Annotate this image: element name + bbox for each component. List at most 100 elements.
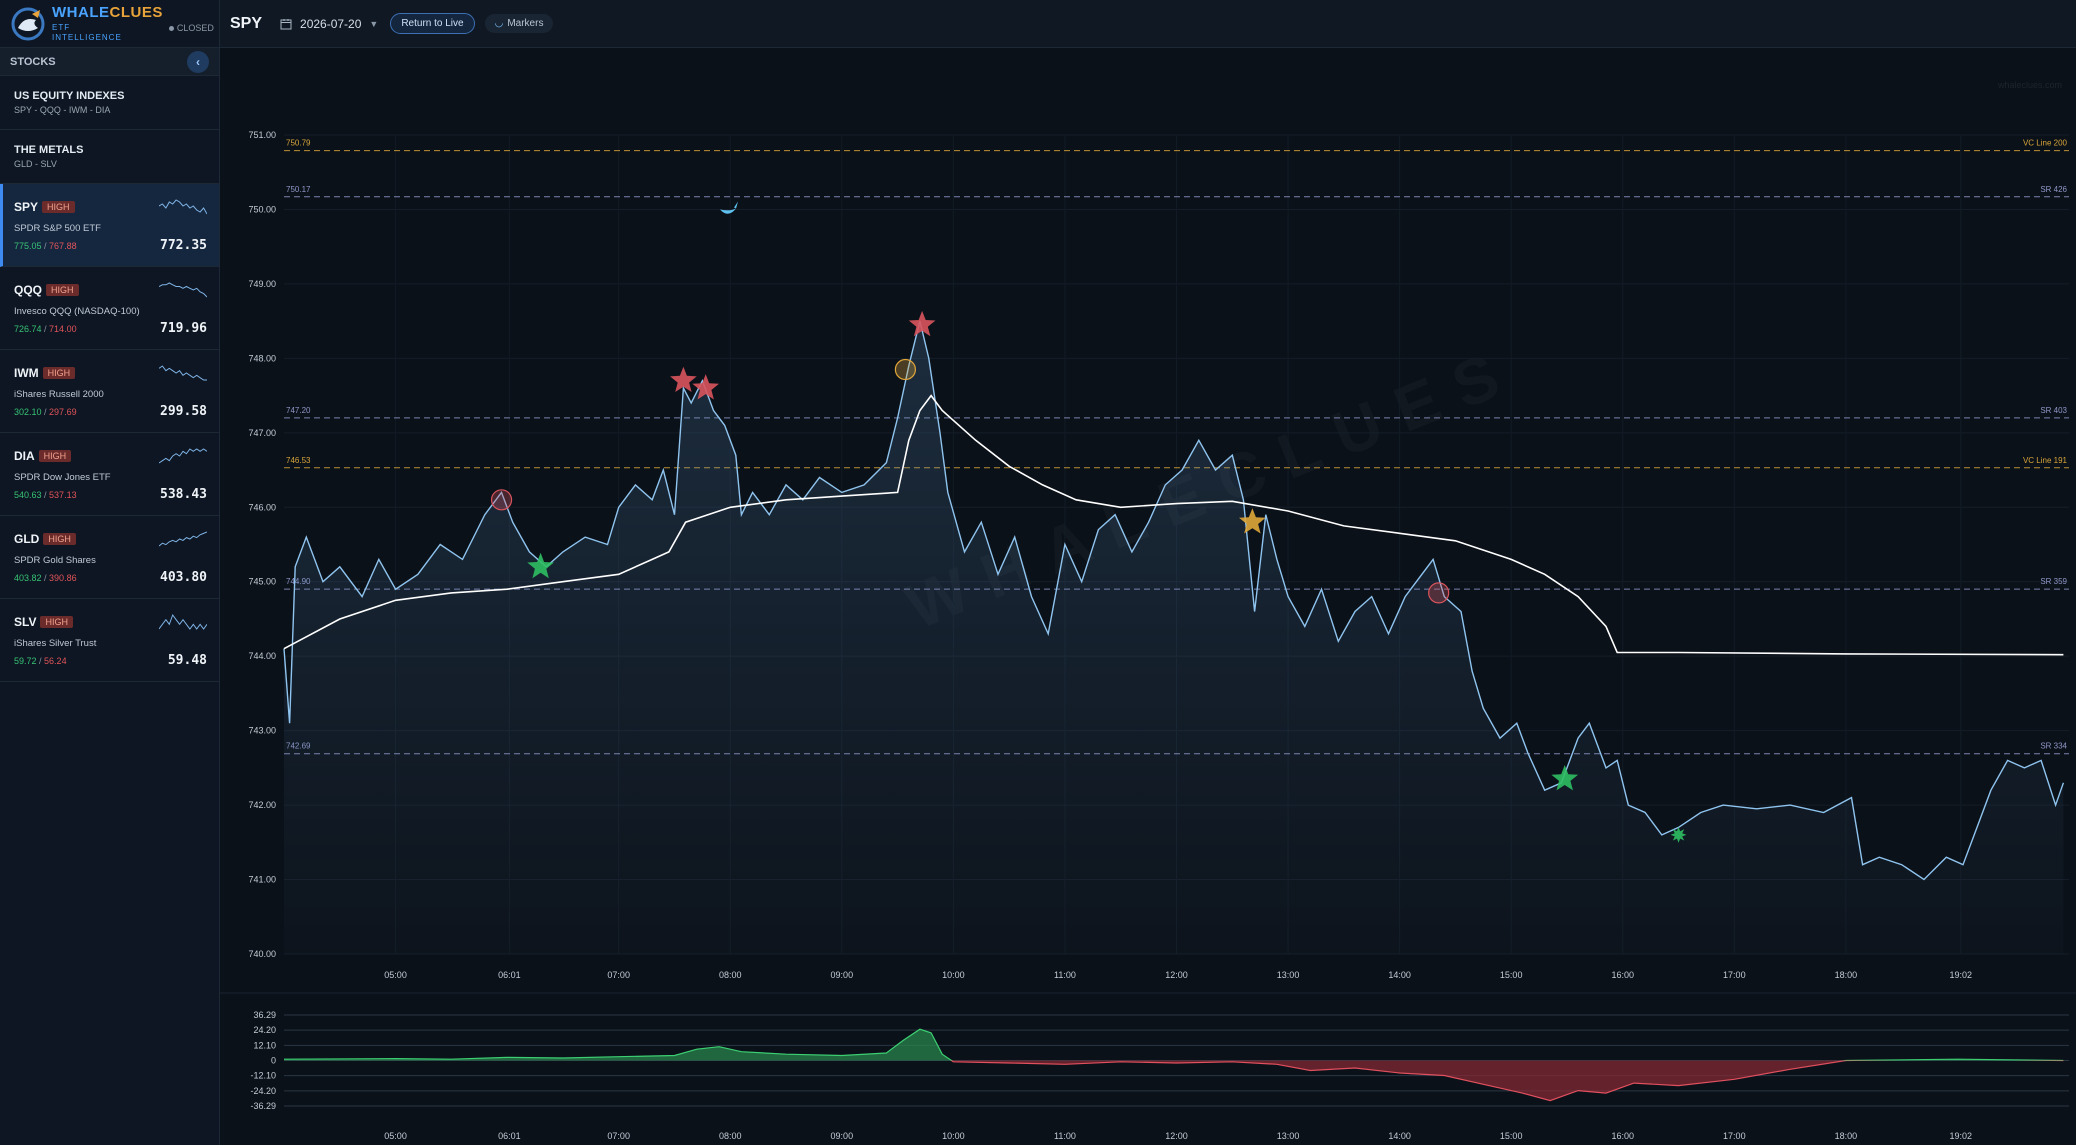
sub-y-tick-label: 24.20 bbox=[253, 1025, 276, 1035]
level-value-label: 747.20 bbox=[286, 406, 311, 415]
sub-x-tick-label: 13:00 bbox=[1277, 1131, 1300, 1141]
sub-x-tick-label: 08:00 bbox=[719, 1131, 742, 1141]
x-tick-label: 15:00 bbox=[1500, 970, 1523, 980]
x-tick-label: 16:00 bbox=[1611, 970, 1634, 980]
ticker-sparkline bbox=[159, 531, 207, 547]
ticker-symbol: GLD bbox=[14, 532, 40, 546]
x-tick-label: 08:00 bbox=[719, 970, 742, 980]
ticker-badge: HIGH bbox=[46, 284, 79, 296]
chevron-left-icon[interactable]: ‹ bbox=[187, 50, 209, 73]
sub-x-tick-label: 07:00 bbox=[607, 1131, 630, 1141]
ticker-name: Invesco QQQ (NASDAQ-100) bbox=[14, 306, 140, 317]
calendar-icon bbox=[280, 18, 292, 29]
sub-x-tick-label: 06:01 bbox=[498, 1131, 521, 1141]
markers-button[interactable]: ◡ Markers bbox=[484, 14, 554, 33]
x-tick-label: 11:00 bbox=[1054, 970, 1076, 980]
date-selector[interactable]: 2026-07-20 ▼ bbox=[280, 17, 378, 31]
level-value-label: 750.17 bbox=[286, 185, 311, 194]
sub-x-tick-label: 05:00 bbox=[384, 1131, 407, 1141]
ticker-qqq[interactable]: QQQ HIGH Invesco QQQ (NASDAQ-100) 726.74 / … bbox=[0, 267, 219, 350]
ticker-symbol: QQQ bbox=[14, 283, 43, 297]
ticker-low: 390.86 bbox=[49, 573, 77, 583]
return-to-live-button[interactable]: Return to Live bbox=[390, 13, 475, 34]
gold-circle-icon bbox=[894, 358, 917, 381]
ticker-price: 299.58 bbox=[160, 404, 207, 419]
ticker-sparkline bbox=[159, 365, 207, 381]
price-chart[interactable]: WHALECLUESwhaleclues.com751.00750.00749.… bbox=[220, 48, 2076, 1145]
brand-sub-b: INTELLIGENCE bbox=[52, 32, 122, 42]
sub-y-tick-label: 36.29 bbox=[253, 1010, 276, 1020]
group-title: THE METALS bbox=[14, 144, 84, 156]
dropdown-arrow-icon: ▼ bbox=[369, 18, 379, 29]
ticker-spy[interactable]: SPY HIGH SPDR S&P 500 ETF 775.05 / 767.88 77… bbox=[0, 184, 219, 267]
ticker-gld[interactable]: GLD HIGH SPDR Gold Shares 403.82 / 390.86 40… bbox=[0, 516, 219, 599]
level-name-label: SR 426 bbox=[2040, 185, 2067, 194]
y-tick-label: 743.00 bbox=[248, 726, 276, 736]
y-tick-label: 751.00 bbox=[248, 130, 276, 140]
ticker-name: iShares Silver Trust bbox=[14, 638, 97, 649]
watermark-url: whaleclues.com bbox=[1997, 80, 2062, 90]
app: WHALECLUES ETF INTELLIGENCE CLOSED STOCKS… bbox=[0, 0, 2076, 1145]
x-tick-label: 19:02 bbox=[1950, 970, 1973, 980]
ticker-badge: HIGH bbox=[43, 533, 76, 545]
y-tick-label: 742.00 bbox=[248, 800, 276, 810]
brand-sub-a: ETF bbox=[52, 22, 71, 32]
ticker-low: 767.88 bbox=[49, 241, 77, 251]
stocks-header-label: STOCKS bbox=[10, 55, 56, 68]
sub-x-tick-label: 15:00 bbox=[1500, 1131, 1523, 1141]
x-tick-label: 17:00 bbox=[1723, 970, 1746, 980]
brand: WHALECLUES ETF INTELLIGENCE CLOSED bbox=[0, 0, 219, 48]
ticker-low: 297.69 bbox=[49, 407, 77, 417]
ticker-low: 537.13 bbox=[49, 490, 77, 500]
ticker-high: 403.82 bbox=[14, 573, 42, 583]
status-dot-icon bbox=[168, 26, 174, 32]
sub-x-tick-label: 16:00 bbox=[1611, 1131, 1634, 1141]
level-name-label: SR 359 bbox=[2040, 577, 2067, 586]
markers-label: Markers bbox=[507, 18, 544, 29]
date-value: 2026-07-20 bbox=[300, 16, 362, 31]
topbar: SPY 2026-07-20 ▼ Return to Live ◡ Markers bbox=[220, 0, 2076, 48]
sub-x-tick-label: 17:00 bbox=[1723, 1131, 1746, 1141]
ticker-low: 56.24 bbox=[44, 656, 67, 666]
group-members: SPY - QQQ - IWM - DIA bbox=[14, 105, 111, 115]
ticker-iwm[interactable]: IWM HIGH iShares Russell 2000 302.10 / 297.… bbox=[0, 350, 219, 433]
ticker-high: 540.63 bbox=[14, 490, 42, 500]
sub-x-tick-label: 14:00 bbox=[1388, 1131, 1411, 1141]
x-tick-label: 06:01 bbox=[498, 970, 521, 980]
sub-x-tick-label: 18:00 bbox=[1835, 1131, 1858, 1141]
whale-icon: ◡ bbox=[494, 18, 504, 29]
x-tick-label: 12:00 bbox=[1165, 970, 1188, 980]
ticker-low: 714.00 bbox=[49, 324, 77, 334]
ticker-dia[interactable]: DIA HIGH SPDR Dow Jones ETF 540.63 / 537.13… bbox=[0, 433, 219, 516]
y-tick-label: 740.00 bbox=[248, 949, 276, 959]
ticker-high: 302.10 bbox=[14, 407, 42, 417]
ticker-slv[interactable]: SLV HIGH iShares Silver Trust 59.72 / 56.24… bbox=[0, 599, 219, 682]
sparkline-path bbox=[159, 282, 207, 298]
current-symbol: SPY bbox=[230, 14, 263, 32]
brand-name: WHALECLUES bbox=[52, 5, 163, 20]
brand-name-a: WHALE bbox=[52, 3, 110, 21]
x-tick-label: 14:00 bbox=[1388, 970, 1411, 980]
y-tick-label: 744.00 bbox=[248, 651, 276, 661]
ticker-badge: HIGH bbox=[38, 450, 72, 462]
chart-canvas[interactable]: WHALECLUESwhaleclues.com751.00750.00749.… bbox=[220, 48, 2076, 1145]
sub-y-tick-label: -12.10 bbox=[250, 1071, 276, 1081]
sub-x-tick-label: 11:00 bbox=[1054, 1131, 1076, 1141]
ticker-high: 726.74 bbox=[14, 324, 42, 334]
ticker-sep: / bbox=[41, 573, 50, 583]
red-circle-icon bbox=[490, 489, 513, 511]
brand-subtitle: ETF INTELLIGENCE bbox=[52, 23, 163, 43]
ticker-badge: HIGH bbox=[40, 616, 73, 628]
sub-x-tick-label: 10:00 bbox=[942, 1131, 965, 1141]
ticker-name: SPDR Gold Shares bbox=[14, 555, 96, 566]
level-name-label: VC Line 191 bbox=[2023, 456, 2068, 465]
group-us-equity[interactable]: US EQUITY INDEXES SPY - QQQ - IWM - DIA bbox=[0, 76, 219, 130]
y-tick-label: 745.00 bbox=[248, 577, 276, 587]
market-status-label: CLOSED bbox=[176, 23, 214, 33]
market-status: CLOSED bbox=[168, 23, 214, 33]
level-value-label: 746.53 bbox=[286, 456, 311, 465]
group-metals[interactable]: THE METALS GLD - SLV bbox=[0, 130, 219, 184]
sub-x-tick-label: 19:02 bbox=[1950, 1131, 1973, 1141]
y-tick-label: 747.00 bbox=[248, 428, 276, 438]
sparkline-path bbox=[159, 199, 207, 215]
